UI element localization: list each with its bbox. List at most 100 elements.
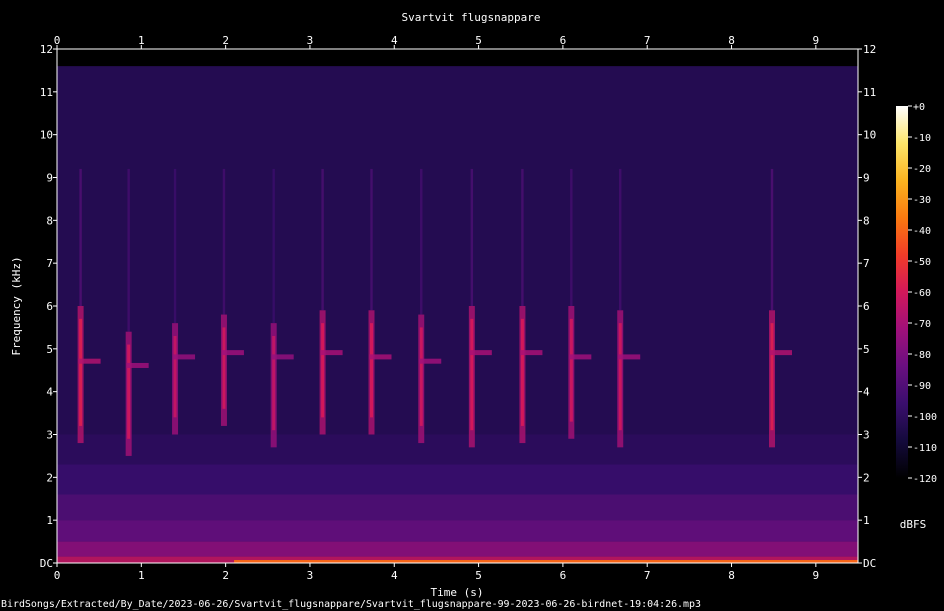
- colorbar-tick-label: -10: [913, 133, 931, 144]
- x-tick-label-top: 3: [307, 34, 314, 47]
- x-tick-label: 9: [813, 569, 820, 582]
- y-tick-label-right: 9: [863, 172, 870, 185]
- y-tick-label: 5: [46, 343, 53, 356]
- colorbar-tick-label: -60: [913, 288, 931, 299]
- call-peak-tail: [173, 354, 196, 360]
- colorbar-tick-label: -100: [913, 412, 937, 423]
- call-harmonic-trace: [272, 168, 275, 324]
- y-tick-label: 10: [40, 129, 53, 142]
- y-tick-label-right: 8: [863, 214, 870, 227]
- x-tick-label: 8: [728, 569, 735, 582]
- call-core: [569, 318, 573, 422]
- y-tick-label: 3: [46, 429, 53, 442]
- colorbar-tick-label: -50: [913, 257, 931, 268]
- call-harmonic-trace: [79, 168, 82, 306]
- call-harmonic-trace: [420, 168, 423, 315]
- call-harmonic-trace: [521, 168, 524, 306]
- call-harmonic-trace: [370, 168, 373, 311]
- noise-band-5: [57, 434, 858, 465]
- x-tick-label-top: 5: [475, 34, 482, 47]
- noise-band-3: [57, 494, 858, 521]
- y-tick-label-right: 4: [863, 386, 870, 399]
- y-tick-label: 7: [46, 257, 53, 270]
- x-tick-label-top: 9: [813, 34, 820, 47]
- call-harmonic-trace: [222, 168, 226, 315]
- call-peak-tail: [569, 354, 592, 360]
- empty-top-band: [57, 49, 858, 67]
- colorbar-tick-label: -30: [913, 195, 931, 206]
- x-tick-label-top: 4: [391, 34, 398, 47]
- x-tick-label-top: 8: [728, 34, 735, 47]
- call-core: [222, 327, 226, 409]
- x-tick-label: 7: [644, 569, 651, 582]
- call-harmonic-trace: [173, 168, 177, 324]
- x-tick-label: 0: [54, 569, 61, 582]
- colorbar-label: dBFS: [900, 518, 927, 531]
- call-core: [127, 344, 131, 439]
- call-harmonic-trace: [470, 168, 474, 306]
- call-core: [79, 318, 83, 426]
- colorbar-tick-label: -40: [913, 226, 931, 237]
- colorbar-tick-label: +0: [913, 102, 925, 113]
- noise-band-1: [57, 541, 858, 557]
- x-tick-label: 5: [475, 569, 482, 582]
- file-path-caption: BirdSongs/Extracted/By_Date/2023-06-26/S…: [1, 599, 701, 610]
- x-tick-label: 3: [307, 569, 314, 582]
- y-tick-label: 4: [46, 386, 53, 399]
- x-tick-label: 1: [138, 569, 145, 582]
- y-tick-label: 8: [46, 214, 53, 227]
- x-tick-label: 4: [391, 569, 398, 582]
- y-tick-label-right: 7: [863, 257, 870, 270]
- colorbar-tick-label: -90: [913, 381, 931, 392]
- noise-band-2: [57, 520, 858, 542]
- call-core: [520, 318, 524, 426]
- y-tick-label-right: 2: [863, 471, 870, 484]
- call-peak-tail: [369, 354, 392, 360]
- call-core: [470, 318, 474, 431]
- call-peak-tail: [520, 350, 543, 356]
- colorbar-gradient: [896, 106, 908, 478]
- x-tick-label-top: 2: [222, 34, 229, 47]
- y-tick-label-right: 11: [863, 86, 876, 99]
- x-tick-label-top: 0: [54, 34, 61, 47]
- y-tick-label-right: 10: [863, 129, 876, 142]
- y-tick-label-right: 6: [863, 300, 870, 313]
- y-tick-label: 9: [46, 172, 53, 185]
- x-tick-label: 2: [222, 569, 229, 582]
- x-axis-label: Time (s): [431, 586, 484, 599]
- y-axis-label: Frequency (kHz): [10, 256, 23, 355]
- plot-area: [56, 48, 859, 564]
- call-core: [321, 323, 325, 418]
- y-tick-label: 12: [40, 43, 53, 56]
- y-tick-label: 6: [46, 300, 53, 313]
- x-tick-label-top: 1: [138, 34, 145, 47]
- call-peak-tail: [320, 350, 343, 356]
- call-peak-tail: [469, 350, 492, 356]
- colorbar-tick-label: -80: [913, 350, 931, 361]
- call-peak-tail: [769, 350, 792, 356]
- call-harmonic-trace: [127, 168, 130, 332]
- call-peak-tail: [221, 350, 244, 356]
- call-core: [419, 327, 423, 426]
- y-tick-label: 1: [46, 514, 53, 527]
- y-tick-label-right: DC: [863, 557, 876, 570]
- noise-band-4: [57, 464, 858, 495]
- call-core: [173, 335, 177, 418]
- x-tick-label: 6: [560, 569, 567, 582]
- call-peak-tail: [618, 354, 641, 360]
- call-core: [618, 323, 622, 431]
- chart-title: Svartvit flugsnappare: [401, 11, 540, 24]
- call-peak-tail: [126, 362, 149, 368]
- colorbar-tick-label: -70: [913, 319, 931, 330]
- y-tick-label-right: 1: [863, 514, 870, 527]
- call-core: [369, 323, 373, 418]
- y-tick-label-right: 5: [863, 343, 870, 356]
- y-tick-label-right: 3: [863, 429, 870, 442]
- call-peak-tail: [419, 358, 442, 364]
- call-harmonic-trace: [570, 168, 573, 306]
- call-core: [770, 323, 774, 431]
- spectrogram-chart: Svartvit flugsnappare 001122334455667788…: [0, 0, 944, 611]
- x-tick-label-top: 7: [644, 34, 651, 47]
- y-tick-label-right: 12: [863, 43, 876, 56]
- call-peak-tail: [271, 354, 294, 360]
